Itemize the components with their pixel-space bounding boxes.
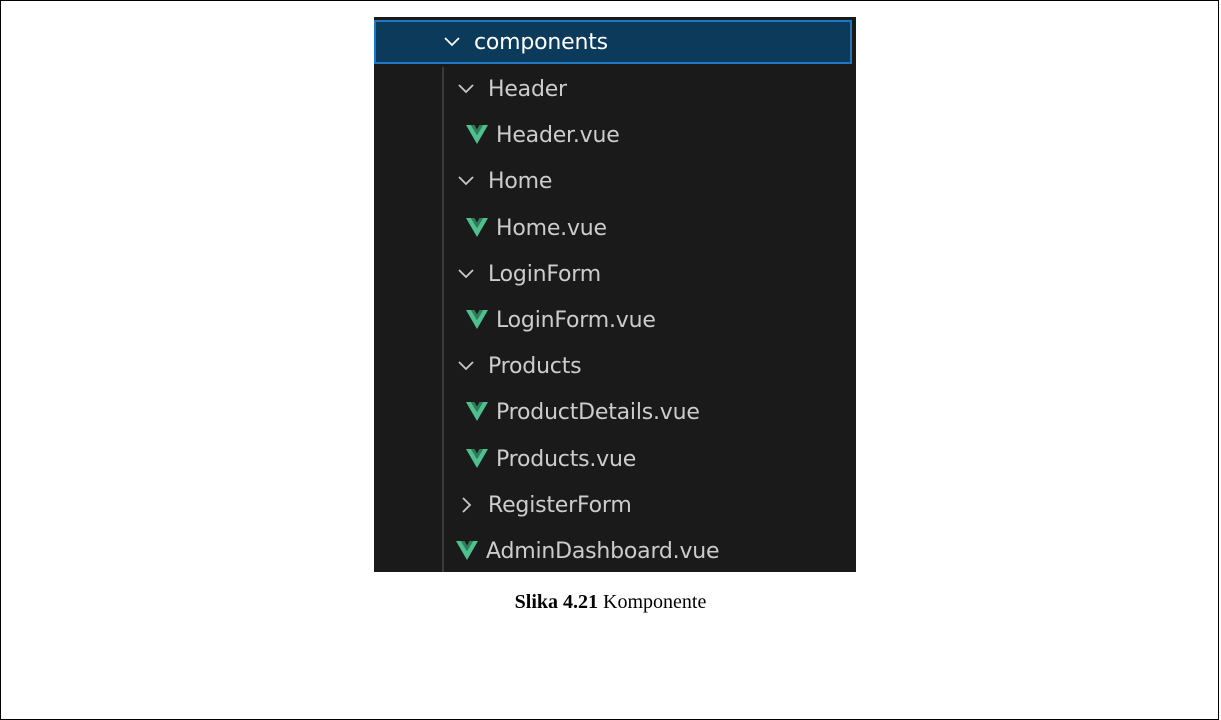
tree-item-label: Home — [488, 168, 553, 194]
vue-file-icon — [466, 125, 488, 145]
tree-item-label: Header.vue — [496, 122, 620, 148]
tree-folder-item[interactable]: Products — [374, 344, 852, 388]
tree-folder-item[interactable]: Home — [374, 159, 852, 203]
tree-folder-item[interactable]: RegisterForm — [374, 483, 852, 527]
chevron-down-icon — [456, 264, 478, 284]
tree-root-components[interactable]: components — [374, 20, 852, 64]
caption-number: Slika 4.21 — [514, 591, 599, 613]
caption-text: Komponente — [603, 591, 707, 613]
tree-file-item[interactable]: Home.vue — [374, 206, 852, 250]
tree-item-label: ProductDetails.vue — [496, 399, 700, 425]
vue-file-icon — [466, 218, 488, 238]
vue-file-icon — [456, 541, 478, 561]
tree-file-item[interactable]: AdminDashboard.vue — [374, 529, 852, 572]
tree-file-item[interactable]: LoginForm.vue — [374, 298, 852, 342]
tree-item-label: Products.vue — [496, 446, 637, 472]
tree-item-label: Header — [488, 76, 567, 102]
chevron-down-icon — [456, 171, 478, 191]
tree-file-item[interactable]: ProductDetails.vue — [374, 390, 852, 434]
file-explorer: components Header Header.vue Home Home.vue L… — [374, 17, 856, 572]
tree-item-label: AdminDashboard.vue — [486, 538, 720, 564]
chevron-down-icon — [456, 356, 478, 376]
chevron-right-icon — [456, 495, 478, 515]
chevron-down-icon — [456, 79, 478, 99]
tree-file-item[interactable]: Products.vue — [374, 437, 852, 481]
tree-folder-item[interactable]: LoginForm — [374, 252, 852, 296]
tree-root-label: components — [474, 29, 608, 55]
vue-file-icon — [466, 310, 488, 330]
vue-file-icon — [466, 402, 488, 422]
chevron-down-icon — [442, 32, 464, 52]
tree-item-label: Products — [488, 353, 582, 379]
tree-item-label: RegisterForm — [488, 492, 632, 518]
tree-item-label: LoginForm — [488, 261, 601, 287]
tree-item-label: Home.vue — [496, 215, 607, 241]
tree-item-label: LoginForm.vue — [496, 307, 656, 333]
tree-file-item[interactable]: Header.vue — [374, 113, 852, 157]
tree-folder-item[interactable]: Header — [374, 67, 852, 111]
figure-caption: Slika 4.21 Komponente — [0, 591, 1221, 614]
vue-file-icon — [466, 449, 488, 469]
